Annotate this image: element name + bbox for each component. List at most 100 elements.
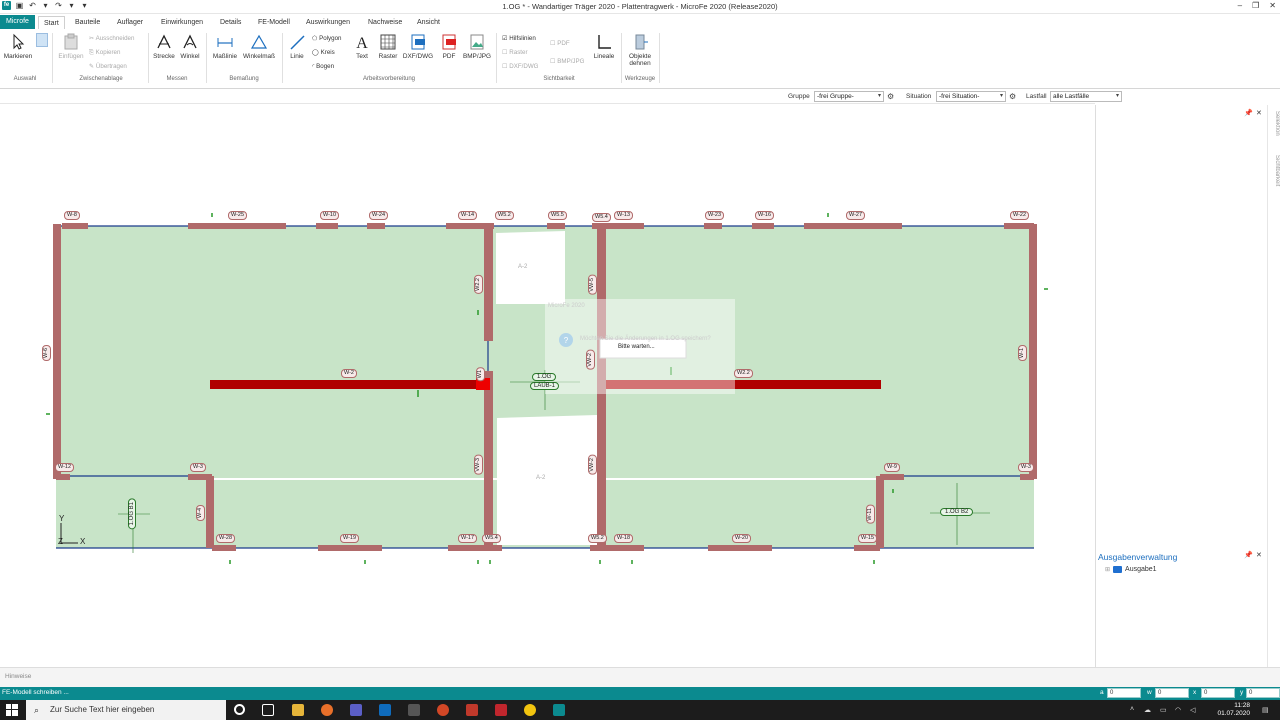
search-placeholder: Zur Suche Text hier eingeben bbox=[50, 705, 155, 714]
pdf-button[interactable]: PDF bbox=[437, 33, 461, 60]
bmp-toggle[interactable]: ☐ BMP/JPG bbox=[550, 58, 584, 65]
panel-close-icon[interactable]: ✕ bbox=[1256, 109, 1262, 117]
close-button[interactable]: ✕ bbox=[1269, 1, 1276, 10]
gruppe-settings-icon[interactable]: ⚙ bbox=[887, 92, 894, 101]
explorer-icon[interactable] bbox=[292, 704, 304, 716]
winkelmass-button[interactable]: Winkelmaß bbox=[241, 33, 277, 60]
task-view-icon[interactable] bbox=[262, 704, 274, 716]
tab-nachweise[interactable]: Nachweise bbox=[363, 16, 407, 29]
einfuegen-button[interactable]: Einfügen bbox=[56, 33, 86, 60]
bmp-button[interactable]: BMP/JPG bbox=[461, 33, 493, 60]
tab-start[interactable]: Start bbox=[38, 16, 65, 29]
ausschneiden-button[interactable]: ✂ Ausschneiden bbox=[89, 35, 134, 42]
windows-start-icon[interactable] bbox=[6, 704, 18, 716]
dxf-toggle[interactable]: ☐ DXF/DWG bbox=[502, 63, 539, 70]
wall-label: W5.2 bbox=[495, 211, 514, 220]
masslinie-button[interactable]: Maßlinie bbox=[209, 33, 241, 60]
tab-file[interactable]: Microfe bbox=[0, 15, 35, 29]
cortana-icon[interactable] bbox=[234, 704, 245, 715]
wall-label: W-10 bbox=[320, 211, 340, 220]
app-icon[interactable] bbox=[408, 704, 420, 716]
markieren-button[interactable]: Markieren bbox=[2, 33, 34, 60]
tab-einwirkungen[interactable]: Einwirkungen bbox=[156, 16, 208, 29]
app-yellow-icon[interactable] bbox=[524, 704, 536, 716]
tab-bauteile[interactable]: Bauteile bbox=[70, 16, 105, 29]
uebertragen-button[interactable]: ✎ Übertragen bbox=[89, 63, 127, 70]
bogen-button[interactable]: ◜ Bogen bbox=[312, 63, 334, 70]
pdf-toggle[interactable]: ☐ PDF bbox=[550, 40, 570, 47]
tray-network-icon[interactable]: ▭ bbox=[1160, 706, 1167, 714]
dxf-button[interactable]: DXF/DWG bbox=[401, 33, 435, 60]
status-x-field[interactable]: 0 bbox=[1201, 688, 1235, 698]
status-y-field[interactable]: 0 bbox=[1246, 688, 1280, 698]
window-controls: – ❐ ✕ bbox=[1238, 1, 1276, 10]
objekte-dehnen-button[interactable]: Objekte dehnen bbox=[623, 33, 657, 67]
tray-cloud-icon[interactable]: ☁ bbox=[1144, 706, 1151, 714]
winkel-button[interactable]: Winkel bbox=[177, 33, 203, 60]
lineale-button[interactable]: Lineale bbox=[590, 33, 618, 60]
raster-button[interactable]: Raster bbox=[375, 33, 401, 60]
taskbar-search[interactable]: ⌕ Zur Suche Text hier eingeben bbox=[26, 700, 226, 720]
tab-fe-modell[interactable]: FE-Modell bbox=[253, 16, 295, 29]
powerpoint-icon[interactable] bbox=[437, 704, 449, 716]
polygon-label: Polygon bbox=[319, 35, 342, 42]
linie-button[interactable]: Linie bbox=[285, 33, 309, 60]
gruppe-select[interactable]: -frei Gruppe- bbox=[814, 91, 884, 102]
kopieren-button[interactable]: ⎘ Kopieren bbox=[89, 49, 120, 57]
tray-wifi-icon[interactable]: ◠ bbox=[1175, 706, 1181, 714]
text-button[interactable]: A Text bbox=[350, 33, 374, 60]
teams-icon[interactable] bbox=[350, 704, 362, 716]
select-mode-icon[interactable] bbox=[36, 33, 48, 47]
drawing-canvas[interactable]: ? W-8 W-25 W-10 W-24 W-14 W5.2 W5.5 W5.4 W-13 W-2… bbox=[0, 105, 1095, 667]
wall-label: W-8 bbox=[64, 211, 80, 220]
status-w-field[interactable]: 0 bbox=[1155, 688, 1189, 698]
wall-label: VW-2 bbox=[586, 350, 595, 370]
output-close-icon[interactable]: ✕ bbox=[1256, 551, 1262, 559]
vectorworks-icon[interactable] bbox=[495, 704, 507, 716]
group-separator bbox=[282, 33, 283, 83]
wall-label: W-12 bbox=[55, 463, 75, 472]
tab-selektion[interactable]: Selektion bbox=[1269, 111, 1280, 136]
gruppe-label: Gruppe bbox=[788, 93, 810, 100]
tab-sichtbarkeit[interactable]: Sichtbarkeit bbox=[1269, 155, 1280, 186]
microfe-taskbar-icon[interactable] bbox=[553, 704, 565, 716]
restore-button[interactable]: ❐ bbox=[1252, 1, 1259, 10]
wall-label: W-13 bbox=[614, 211, 634, 220]
side-tab-strip: Selektion Sichtbarkeit bbox=[1267, 105, 1280, 667]
kreis-button[interactable]: ◯ Kreis bbox=[312, 49, 335, 56]
minimize-button[interactable]: – bbox=[1238, 1, 1242, 10]
tray-volume-icon[interactable]: ◁ bbox=[1190, 706, 1195, 714]
wall-label: W5.5 bbox=[548, 211, 567, 220]
expand-icon[interactable]: ⊞ bbox=[1105, 566, 1110, 573]
tab-ansicht[interactable]: Ansicht bbox=[412, 16, 445, 29]
beam-left bbox=[210, 380, 490, 389]
group-auswahl: Auswahl bbox=[13, 76, 37, 82]
tab-details[interactable]: Details bbox=[215, 16, 246, 29]
tray-clock[interactable]: 11:28 01.07.2020 bbox=[1217, 702, 1250, 718]
tray-chevron-icon[interactable]: ˄ bbox=[1130, 706, 1134, 713]
pin-icon[interactable]: 📌 bbox=[1244, 109, 1253, 117]
output-item[interactable]: ⊞ Ausgabe1 bbox=[1105, 566, 1157, 573]
notification-icon[interactable]: ▤ bbox=[1262, 706, 1269, 714]
opening-bottom bbox=[497, 415, 597, 545]
tab-auflager[interactable]: Auflager bbox=[112, 16, 148, 29]
polygon-button[interactable]: ⬠ Polygon bbox=[312, 35, 341, 42]
dialog-question: Möchten Sie die Änderungen in 1.OG speic… bbox=[580, 336, 711, 342]
hilfslinien-toggle[interactable]: ☑ Hilfslinien bbox=[502, 35, 536, 42]
objekte-dehnen-label: Objekte dehnen bbox=[628, 53, 652, 67]
strecke-button[interactable]: Strecke bbox=[151, 33, 177, 60]
lastfall-select[interactable]: alle Lastfälle bbox=[1050, 91, 1122, 102]
tab-auswirkungen[interactable]: Auswirkungen bbox=[301, 16, 355, 29]
axis-z-label: Z bbox=[58, 537, 63, 546]
wall-label: W-14 bbox=[458, 211, 478, 220]
raster-toggle[interactable]: ☐ Raster bbox=[502, 49, 528, 56]
cursor-icon bbox=[13, 33, 25, 50]
outlook-icon[interactable] bbox=[379, 704, 391, 716]
output-pin-icon[interactable]: 📌 bbox=[1244, 551, 1253, 559]
status-a-field[interactable]: 0 bbox=[1107, 688, 1141, 698]
app-red-icon[interactable] bbox=[466, 704, 478, 716]
firefox-icon[interactable] bbox=[321, 704, 333, 716]
wall-label: W1 bbox=[476, 367, 485, 382]
situation-select[interactable]: -frei Situation- bbox=[936, 91, 1006, 102]
situation-settings-icon[interactable]: ⚙ bbox=[1009, 92, 1016, 101]
